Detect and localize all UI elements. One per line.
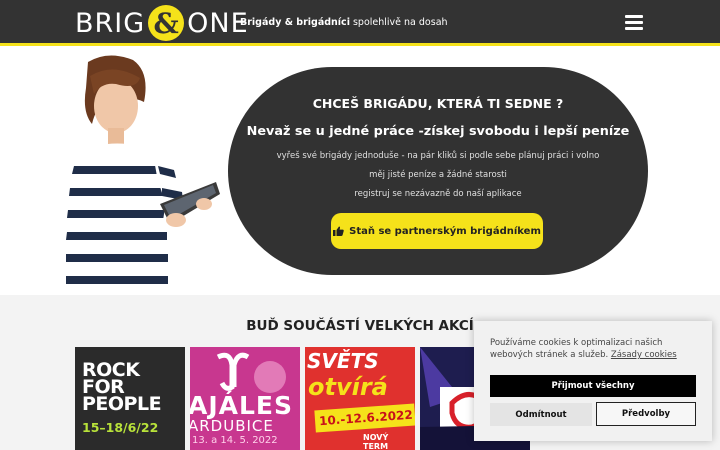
hero-line-2: měj jisté peníze a žádné starosti bbox=[369, 170, 507, 180]
event-tile-line: PEOPLE bbox=[82, 393, 162, 415]
event-tile-title: ROCK FOR PEOPLE bbox=[82, 361, 162, 415]
logo-left-text: BRIG bbox=[75, 7, 146, 39]
become-partner-button[interactable]: Staň se partnerským brigádníkem bbox=[331, 213, 543, 249]
cookie-policy-link[interactable]: Zásady cookies bbox=[611, 350, 677, 360]
logo-ampersand: & bbox=[148, 5, 185, 41]
event-tile-date: 13. a 14. 5. 2022 bbox=[192, 435, 278, 446]
event-tile-title: AJÁLES bbox=[190, 391, 294, 420]
hero-title: CHCEŠ BRIGÁDU, KTERÁ TI SEDNE ? bbox=[312, 96, 564, 111]
cookie-text: Používáme cookies k optimalizaci našich … bbox=[490, 337, 690, 361]
event-tile-footer: NOVÝ TERM bbox=[363, 433, 389, 450]
event-tile-date: 10.-12.6.2022 bbox=[314, 403, 415, 433]
event-tile-date: 15–18/6/22 bbox=[82, 420, 159, 435]
hero-bubble: CHCEŠ BRIGÁDU, KTERÁ TI SEDNE ? Nevaž se… bbox=[228, 67, 648, 275]
tagline: Brigády & brigádníci spolehlivě na dosah bbox=[240, 17, 448, 28]
accept-all-button[interactable]: Přijmout všechny bbox=[490, 375, 696, 397]
event-tile-svet-se-otvira[interactable]: SVĚTS otvírá 10.-12.6.2022 NOVÝ TERM bbox=[305, 347, 415, 450]
tagline-bold: Brigády & brigádníci bbox=[240, 17, 350, 28]
event-tile-rock-for-people[interactable]: ROCK FOR PEOPLE 15–18/6/22 bbox=[75, 347, 185, 450]
event-tile-majales[interactable]: AJÁLES ARDUBICE 13. a 14. 5. 2022 bbox=[190, 347, 300, 450]
event-tile-subtitle: otvírá bbox=[308, 373, 388, 401]
thumbs-up-icon bbox=[333, 226, 344, 236]
hero-line-3: registruj se nezávazně do naší aplikace bbox=[354, 189, 522, 199]
become-partner-label: Staň se partnerským brigádníkem bbox=[349, 225, 541, 237]
hamburger-icon[interactable] bbox=[625, 15, 643, 30]
majales-logo bbox=[190, 347, 300, 397]
event-tile-title: SVĚTS bbox=[307, 349, 379, 373]
top-navbar: BRIG & ONE Brigády & brigádníci spolehli… bbox=[0, 0, 720, 46]
tagline-rest: spolehlivě na dosah bbox=[349, 17, 448, 28]
cookie-consent-banner: Používáme cookies k optimalizaci našich … bbox=[474, 321, 712, 441]
hero-line-1: vyřeš své brigády jednoduše - na pár kli… bbox=[276, 151, 600, 161]
brand-logo[interactable]: BRIG & ONE bbox=[75, 5, 249, 41]
woman-with-tablet-image bbox=[66, 55, 220, 292]
preferences-button[interactable]: Předvolby bbox=[596, 402, 696, 426]
event-tile-subtitle: ARDUBICE bbox=[190, 417, 274, 435]
deny-button[interactable]: Odmítnout bbox=[490, 403, 592, 426]
hero-subtitle: Nevaž se u jedné práce -získej svobodu i… bbox=[246, 124, 630, 139]
